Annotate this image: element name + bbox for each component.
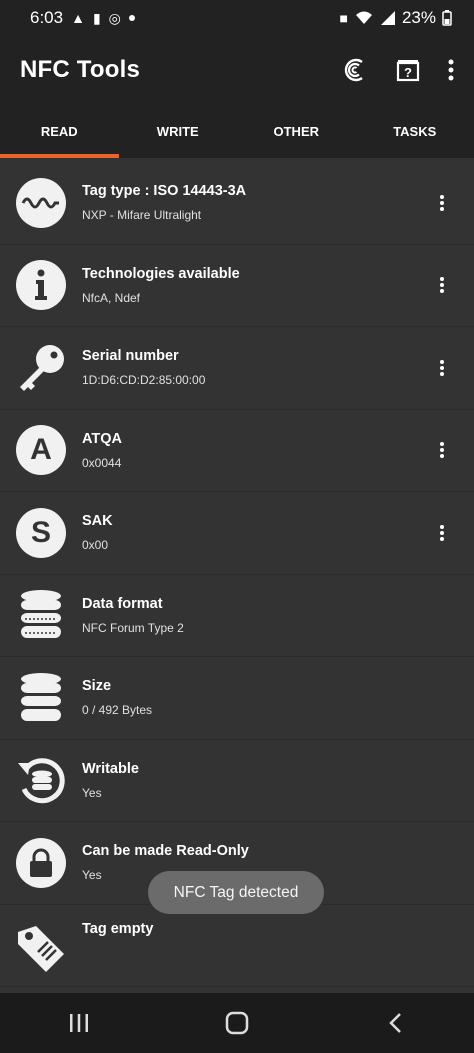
- list-item-data-format[interactable]: Data format NFC Forum Type 2: [0, 575, 474, 657]
- alarm-icon: ■: [339, 10, 348, 26]
- tab-read[interactable]: READ: [0, 104, 119, 158]
- toast-message: NFC Tag detected: [148, 871, 324, 914]
- recents-icon: [70, 1014, 88, 1032]
- list-item-writable[interactable]: Writable Yes: [0, 740, 474, 822]
- list-item-size[interactable]: Size 0 / 492 Bytes: [0, 657, 474, 740]
- system-nav-bar: [0, 993, 474, 1053]
- back-icon: [389, 1013, 401, 1033]
- more-vert-icon: [448, 59, 454, 81]
- letter-a-icon: A: [16, 425, 66, 476]
- battery-percent: 23%: [401, 8, 436, 27]
- item-more-button[interactable]: [428, 513, 456, 553]
- wave-icon: [16, 177, 66, 228]
- lock-icon: [16, 837, 66, 888]
- refresh-database-icon: [18, 758, 65, 804]
- item-title: Writable: [82, 760, 139, 777]
- item-value: NfcA, Ndef: [82, 290, 141, 305]
- tag-icon: [18, 925, 64, 972]
- battery-icon: [442, 10, 452, 26]
- help-button[interactable]: ?: [396, 58, 420, 82]
- more-vert-icon: [440, 277, 444, 294]
- list-item-sak[interactable]: S SAK 0x00: [0, 492, 474, 575]
- item-title: Size: [82, 678, 112, 695]
- notification-app-icon: ▲: [71, 10, 85, 26]
- home-button[interactable]: [207, 1003, 267, 1043]
- notification-battery-icon: ▮: [92, 10, 101, 26]
- wifi-icon: [355, 11, 372, 24]
- list-item-atqa[interactable]: A ATQA 0x0044: [0, 410, 474, 492]
- tag-info-list: Tag type : ISO 14443-3A NXP - Mifare Ult…: [0, 162, 474, 987]
- app-title: NFC Tools: [20, 56, 141, 83]
- item-value: 0x0044: [82, 455, 122, 470]
- item-title: Data format: [82, 595, 163, 612]
- help-icon: ?: [396, 60, 420, 82]
- item-more-button[interactable]: [428, 430, 456, 470]
- signal-icon: [380, 11, 395, 25]
- item-title: Tag empty: [82, 920, 154, 937]
- recents-button[interactable]: [49, 1003, 109, 1043]
- notification-dot-icon: [128, 15, 135, 21]
- tab-bar: READ WRITE OTHER TASKS: [0, 104, 474, 158]
- item-title: ATQA: [82, 430, 123, 447]
- item-more-button[interactable]: [428, 348, 456, 388]
- tab-other[interactable]: OTHER: [237, 104, 356, 158]
- app-bar: NFC Tools ?: [0, 36, 474, 104]
- list-item-serial-number[interactable]: Serial number 1D:D6:CD:D2:85:00:00: [0, 327, 474, 410]
- item-value: 1D:D6:CD:D2:85:00:00: [82, 373, 206, 388]
- nfc-scan-button[interactable]: [342, 57, 368, 83]
- list-item-technologies[interactable]: Technologies available NfcA, Ndef: [0, 245, 474, 327]
- item-title: Technologies available: [82, 265, 240, 282]
- item-title: SAK: [82, 513, 113, 530]
- status-bar: 6:03 ▲ ▮ ◎ ■ 23%: [0, 0, 474, 36]
- item-value: NFC Forum Type 2: [82, 620, 184, 635]
- overflow-menu-button[interactable]: [448, 59, 454, 81]
- list-item-tag-empty[interactable]: Tag empty: [0, 905, 474, 987]
- notification-sync-icon: ◎: [108, 10, 121, 26]
- more-vert-icon: [440, 359, 444, 376]
- item-title: Can be made Read-Only: [82, 843, 249, 860]
- home-icon: [225, 1011, 249, 1035]
- item-value: Yes: [82, 785, 102, 800]
- item-more-button[interactable]: [428, 265, 456, 305]
- item-value: NXP - Mifare Ultralight: [82, 208, 202, 223]
- more-vert-icon: [440, 194, 444, 211]
- more-vert-icon: [440, 524, 444, 541]
- database-icon: [21, 590, 61, 639]
- key-icon: [20, 344, 64, 391]
- info-icon: [16, 260, 66, 311]
- more-vert-icon: [440, 442, 444, 459]
- svg-text:?: ?: [404, 65, 412, 80]
- status-time: 6:03: [30, 8, 64, 27]
- item-value: 0 / 492 Bytes: [82, 703, 153, 718]
- nfc-logo-icon: [344, 58, 363, 82]
- list-item-tag-type[interactable]: Tag type : ISO 14443-3A NXP - Mifare Ult…: [0, 162, 474, 245]
- database-icon: [21, 672, 61, 721]
- item-title: Serial number: [82, 348, 179, 365]
- item-value: 0x00: [82, 538, 109, 553]
- tab-tasks[interactable]: TASKS: [356, 104, 474, 158]
- item-title: Tag type : ISO 14443-3A: [82, 183, 247, 200]
- letter-s-icon: S: [16, 507, 66, 558]
- tab-write[interactable]: WRITE: [119, 104, 238, 158]
- back-button[interactable]: [365, 1003, 425, 1043]
- item-more-button[interactable]: [428, 183, 456, 223]
